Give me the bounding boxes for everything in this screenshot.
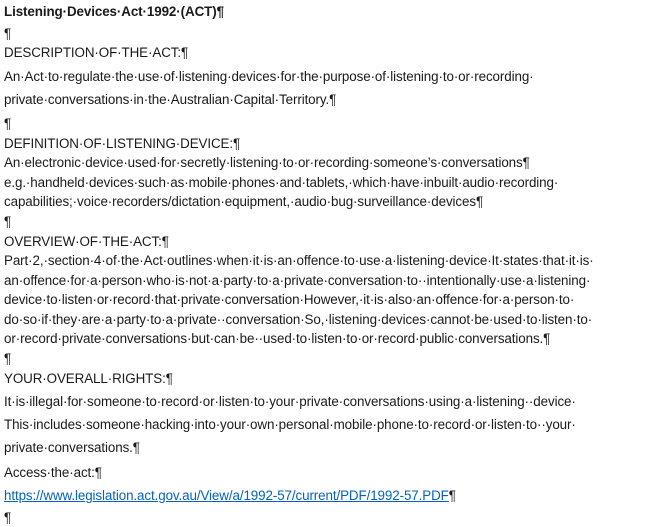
document-page: Listening·Devices·Act·1992·(ACT)¶ ¶ DESC…	[0, 0, 651, 527]
empty-paragraph: ¶	[4, 116, 12, 131]
document-title: Listening·Devices·Act·1992·(ACT)¶	[4, 4, 224, 19]
description-line-2: private·conversations·in·the·Australian·…	[4, 92, 337, 107]
access-link-row: https://www.legislation.act.gov.au/View/…	[4, 488, 456, 504]
rights-heading: YOUR·OVERALL·RIGHTS:¶	[4, 371, 173, 386]
overview-heading: OVERVIEW·OF·THE·ACT:¶	[4, 234, 169, 249]
empty-paragraph: ¶	[4, 510, 12, 525]
overview-line-4: do·so·if·they·are·a·party·to·a·private··…	[4, 312, 593, 327]
rights-line-3: private·conversations.¶	[4, 440, 140, 455]
empty-paragraph: ¶	[4, 214, 12, 229]
legislation-link[interactable]: https://www.legislation.act.gov.au/View/…	[4, 488, 449, 503]
empty-paragraph: ¶	[4, 26, 12, 41]
overview-line-1: Part·2,·section·4·of·the·Act·outlines·wh…	[4, 253, 594, 268]
definition-line-3: capabilities;·voice·recorders/dictation·…	[4, 194, 484, 209]
definition-heading: DEFINITION·OF·LISTENING·DEVICE:¶	[4, 136, 241, 151]
description-heading: DESCRIPTION·OF·THE·ACT:¶	[4, 45, 189, 60]
empty-paragraph: ¶	[4, 351, 12, 366]
definition-line-2: e.g.·handheld·devices·such·as·mobile·pho…	[4, 175, 559, 190]
description-line-1: An·Act·to·regulate·the·use·of·listening·…	[4, 69, 534, 84]
overview-line-5: or·record·private·conversations·but·can·…	[4, 331, 551, 346]
rights-line-2: This·includes·someone·hacking·into·your·…	[4, 417, 576, 432]
definition-line-1: An·electronic·device·used·for·secretly·l…	[4, 155, 530, 170]
overview-line-2: an·offence·for·a·person·who·is·not·a·par…	[4, 273, 591, 288]
access-label: Access·the·act:¶	[4, 465, 102, 480]
rights-line-1: It·is·illegal·for·someone·to·record·or·l…	[4, 394, 576, 409]
overview-line-3: device·to·listen·or·record·that·private·…	[4, 292, 575, 307]
paragraph-mark: ¶	[448, 488, 456, 503]
